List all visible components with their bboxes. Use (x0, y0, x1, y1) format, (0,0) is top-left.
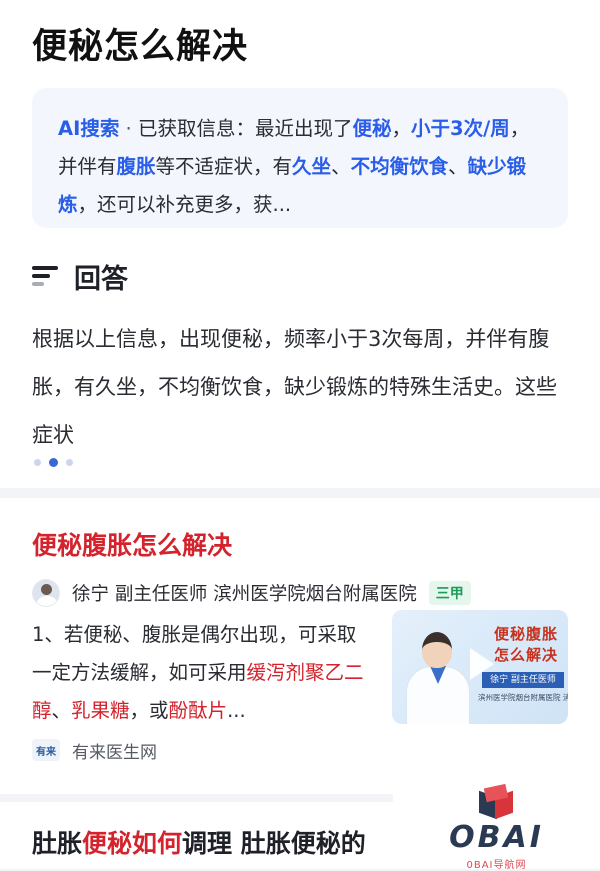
keyword-bloating: 腹胀 (116, 155, 156, 178)
thumbnail-doctor-name: 徐宁 副主任医师 (482, 672, 564, 688)
snippet-highlight: 酚酞片 (168, 699, 228, 722)
summary-text: 等不适症状，有 (155, 155, 293, 178)
thumbnail-hospital: 滨州医学院烟台附属医院 消化 (478, 693, 568, 702)
result-snippet: 1、若便秘、腹胀是偶尔出现，可采取一定方法缓解，如可采用缓泻剂聚乙二醇、乳果糖，… (32, 616, 368, 730)
doctor-image (400, 626, 476, 724)
snippet-text: ... (227, 699, 246, 722)
title-text: 调理 肚胀便秘的 (182, 829, 366, 858)
cube-logo-icon (475, 783, 515, 820)
result-title[interactable]: 肚胀便秘如何调理 肚胀便秘的 (32, 824, 366, 860)
result-title[interactable]: 便秘腹胀怎么解决 (32, 526, 232, 562)
page-title: 便秘怎么解决 (32, 27, 249, 67)
source-logo-icon: 有来 (32, 739, 60, 761)
snippet-highlight: 乳果糖 (71, 699, 130, 722)
pager-dot[interactable] (66, 459, 73, 466)
summary-text: 、 (331, 155, 351, 178)
doctor-avatar (32, 579, 60, 607)
result-source[interactable]: 有来 有来医生网 (32, 736, 157, 764)
answer-lines-icon (32, 264, 60, 288)
snippet-text: ，或 (129, 699, 169, 722)
keyword-constipation: 便秘 (352, 117, 392, 140)
pager-dot[interactable] (34, 459, 41, 466)
summary-text: ，还可以补充更多，获... (77, 193, 292, 216)
summary-text: 已获取信息：最近出现了 (137, 117, 353, 140)
watermark-logo: OBAI 0BAI导航网 (393, 780, 600, 871)
pager-dot-active[interactable] (49, 458, 58, 467)
hospital-grade-badge: 三甲 (428, 581, 471, 605)
answer-title: 回答 (74, 263, 128, 295)
search-result-card[interactable]: 便秘腹胀怎么解决 徐宁 副主任医师 滨州医学院烟台附属医院 三甲 1、若便秘、腹… (0, 498, 600, 794)
keyword-sedentary: 久坐 (292, 155, 332, 178)
keyword-frequency: 小于3次/周 (411, 117, 510, 140)
keyword-diet: 不均衡饮食 (350, 155, 449, 178)
carousel-pager[interactable] (34, 458, 73, 467)
thumbnail-title: 便秘腹胀怎么解决 (493, 625, 558, 664)
answer-body[interactable]: 根据以上信息，出现便秘，频率小于3次每周，并伴有腹胀，有久坐，不均衡饮食，缺少锻… (32, 315, 572, 459)
summary-text: ， (391, 117, 412, 140)
ai-answer-card: 便秘怎么解决 AI搜索 · 已获取信息：最近出现了便秘，小于3次/周，并伴有腹胀… (0, 0, 600, 488)
source-name: 有来医生网 (72, 742, 157, 763)
watermark-text: OBAI (449, 820, 544, 855)
snippet-text: 、 (51, 699, 72, 722)
author-name: 徐宁 副主任医师 滨州医学院烟台附属医院 (72, 584, 417, 605)
separator: · (119, 117, 138, 140)
ai-search-tag: AI搜索 (58, 117, 120, 140)
title-highlight: 便秘如何 (82, 829, 183, 858)
author-row: 徐宁 副主任医师 滨州医学院烟台附属医院 三甲 (32, 578, 471, 608)
answer-header: 回答 (32, 254, 128, 298)
title-text: 肚胀 (32, 829, 83, 858)
ai-summary-box[interactable]: AI搜索 · 已获取信息：最近出现了便秘，小于3次/周，并伴有腹胀等不适症状，有… (32, 88, 568, 228)
ai-summary-text: AI搜索 · 已获取信息：最近出现了便秘，小于3次/周，并伴有腹胀等不适症状，有… (58, 110, 542, 224)
video-thumbnail[interactable]: 便秘腹胀怎么解决 徐宁 副主任医师 滨州医学院烟台附属医院 消化 (392, 610, 568, 724)
summary-text: 、 (448, 155, 468, 178)
